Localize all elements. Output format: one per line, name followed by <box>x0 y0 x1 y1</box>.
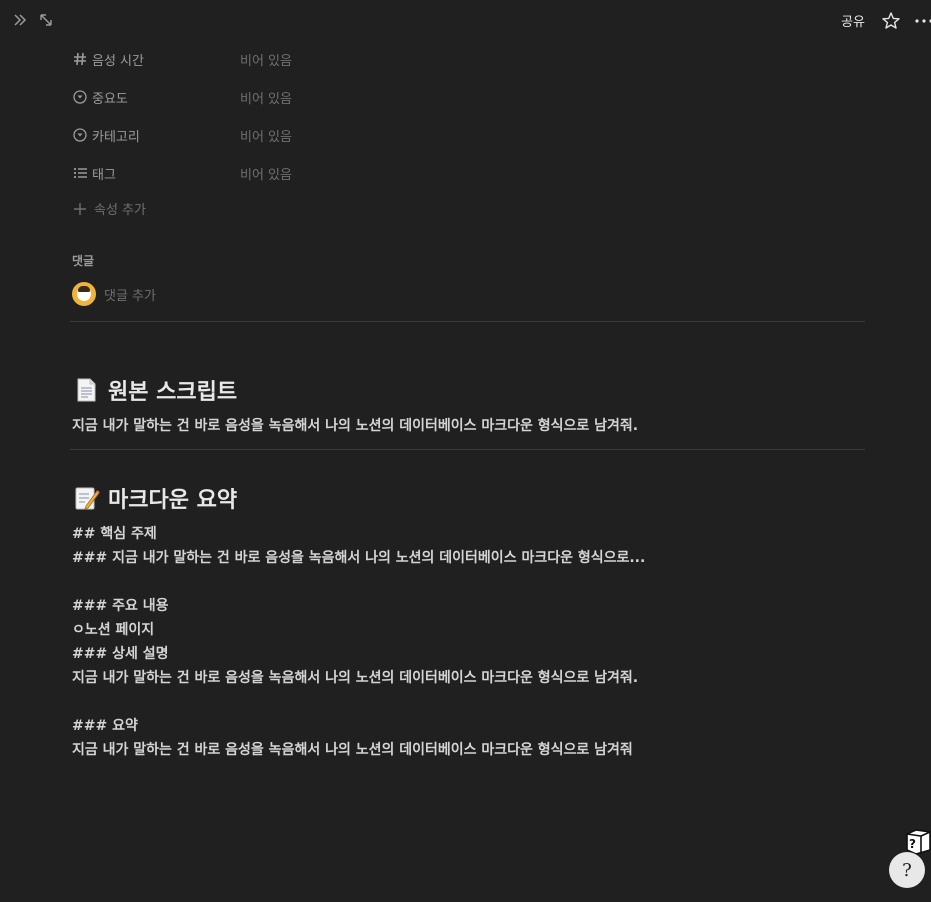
add-comment-row[interactable]: 댓글 추가 <box>72 282 156 306</box>
property-label: 카테고리 <box>92 129 140 145</box>
add-property-button[interactable]: 속성 추가 <box>72 199 146 218</box>
divider <box>70 449 865 450</box>
page: 공유 음성 시간 비어 있음 중요도 비어 있음 카테고리 비어 있음 태그 비… <box>0 0 931 902</box>
list-icon <box>72 165 88 181</box>
property-value[interactable]: 비어 있음 <box>240 88 292 107</box>
property-label: 음성 시간 <box>92 53 144 69</box>
text-line: 지금 내가 말하는 건 바로 음성을 녹음해서 나의 노션의 데이터베이스 마크… <box>72 670 639 686</box>
property-row[interactable]: 음성 시간 비어 있음 <box>72 47 472 71</box>
hash-icon <box>72 51 88 67</box>
select-icon <box>72 127 88 143</box>
property-name[interactable]: 음성 시간 <box>72 50 240 69</box>
text-line: ## 핵심 주제 <box>72 526 157 542</box>
property-name[interactable]: 카테고리 <box>72 126 240 145</box>
property-row[interactable]: 카테고리 비어 있음 <box>72 123 472 147</box>
heading-original-script: 원본 스크립트 <box>72 374 237 406</box>
property-name[interactable]: 태그 <box>72 164 240 183</box>
text-line: ### 지금 내가 말하는 건 바로 음성을 녹음해서 나의 노션의 데이터베이… <box>72 550 646 566</box>
property-row[interactable]: 중요도 비어 있음 <box>72 85 472 109</box>
comment-input[interactable]: 댓글 추가 <box>104 285 156 304</box>
text-line: 지금 내가 말하는 건 바로 음성을 녹음해서 나의 노션의 데이터베이스 마크… <box>72 742 633 758</box>
text-line: ### 요약 <box>72 718 138 734</box>
paragraph: 지금 내가 말하는 건 바로 음성을 녹음해서 나의 노션의 데이터베이스 마크… <box>72 418 639 434</box>
heading-text: 원본 스크립트 <box>108 380 238 405</box>
divider <box>70 321 865 322</box>
avatar <box>72 282 96 306</box>
text-line: ### 주요 내용 <box>72 598 169 614</box>
star-icon[interactable] <box>880 10 902 32</box>
heading-markdown-summary: 마크다운 요약 <box>72 482 237 514</box>
comments-label: 댓글 <box>72 254 95 268</box>
property-label: 중요도 <box>92 91 128 107</box>
plus-icon <box>72 201 88 217</box>
top-bar: 공유 <box>0 0 931 40</box>
property-name[interactable]: 중요도 <box>72 88 240 107</box>
share-button[interactable]: 공유 <box>841 11 865 30</box>
property-row[interactable]: 태그 비어 있음 <box>72 161 472 185</box>
property-value[interactable]: 비어 있음 <box>240 50 292 69</box>
text-line: ### 상세 설명 <box>72 646 169 662</box>
select-icon <box>72 89 88 105</box>
page-emoji-icon <box>72 376 100 404</box>
property-value[interactable]: 비어 있음 <box>240 164 292 183</box>
resize-diagonal-icon[interactable] <box>36 10 56 30</box>
property-value[interactable]: 비어 있음 <box>240 126 292 145</box>
memo-emoji-icon <box>72 484 100 512</box>
text-line: ㅇ노션 페이지 <box>72 622 155 638</box>
more-options-icon[interactable] <box>914 10 931 32</box>
help-button[interactable]: ? <box>889 852 925 888</box>
heading-text: 마크다운 요약 <box>108 488 238 513</box>
add-property-label: 속성 추가 <box>94 203 146 218</box>
svg-text:?: ? <box>909 837 916 851</box>
property-label: 태그 <box>92 167 116 183</box>
double-chevron-right-icon[interactable] <box>10 10 30 30</box>
help-label: ? <box>902 859 912 881</box>
